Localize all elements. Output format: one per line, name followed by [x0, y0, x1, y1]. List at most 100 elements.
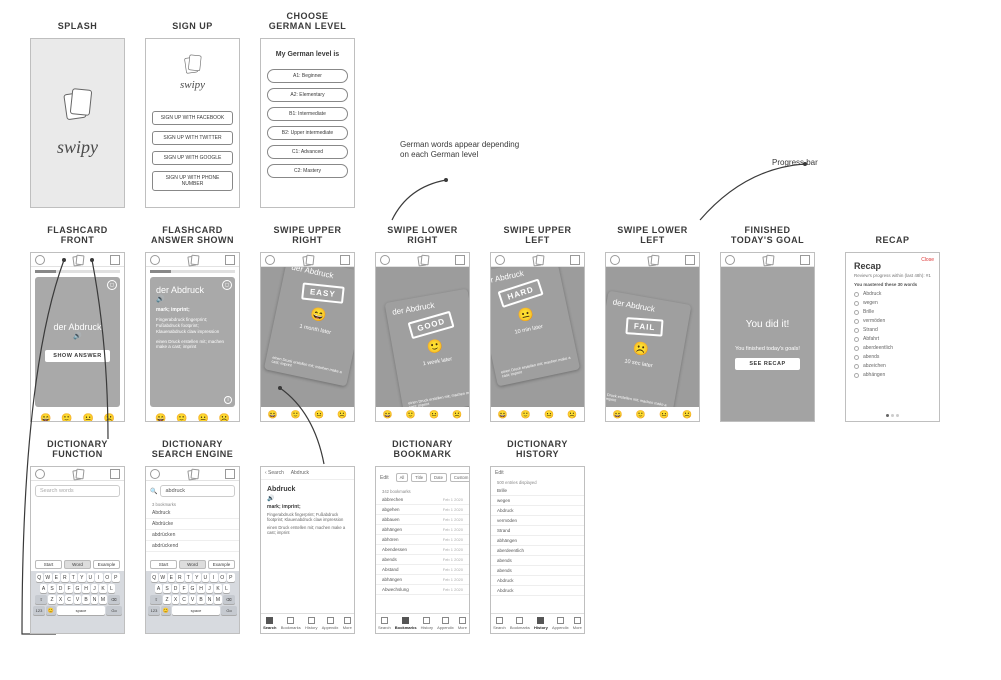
filter-all[interactable]: All: [396, 473, 409, 482]
key-m[interactable]: M: [214, 595, 222, 604]
key-c[interactable]: C: [65, 595, 73, 604]
emoji-good[interactable]: 🙂: [61, 413, 72, 422]
profile-icon[interactable]: [35, 469, 45, 479]
key-k[interactable]: K: [99, 584, 107, 593]
tab-more[interactable]: More: [458, 617, 467, 630]
speaker-icon[interactable]: 🔊: [150, 295, 165, 303]
emoji-good[interactable]: 🙂: [521, 410, 531, 419]
emoji-hard[interactable]: 😐: [659, 410, 669, 419]
emoji-good[interactable]: 🙂: [176, 413, 187, 422]
emoji-easy[interactable]: 😄: [498, 410, 508, 419]
emoji-good[interactable]: 🙂: [636, 410, 646, 419]
key-u[interactable]: U: [202, 573, 210, 582]
key-p[interactable]: P: [227, 573, 235, 582]
key-d[interactable]: D: [57, 584, 65, 593]
profile-icon[interactable]: [725, 255, 735, 265]
key-f[interactable]: F: [65, 584, 73, 593]
bookmark-icon[interactable]: ◻: [222, 280, 232, 290]
emoji-good[interactable]: 🙂: [406, 410, 416, 419]
emoji-hard[interactable]: 😐: [83, 413, 94, 422]
level-a1-button[interactable]: A1: Beginner: [267, 69, 348, 83]
key-v[interactable]: V: [74, 595, 82, 604]
tab-history[interactable]: History: [305, 617, 317, 630]
keyboard[interactable]: QWERTYUIOP ASDFGHJKL ⇧ZXCVBNM⌫ 123 😊 spa…: [31, 571, 124, 633]
key-go[interactable]: Go: [221, 606, 237, 615]
emoji-fail[interactable]: ☹️: [219, 413, 230, 422]
cards-icon[interactable]: [418, 255, 428, 265]
key-emoji[interactable]: 😊: [46, 606, 56, 615]
key-x[interactable]: X: [172, 595, 180, 604]
key-u[interactable]: U: [87, 573, 95, 582]
cards-icon[interactable]: [303, 255, 313, 265]
key-go[interactable]: Go: [106, 606, 122, 615]
key-a[interactable]: A: [155, 584, 163, 593]
key-h[interactable]: H: [197, 584, 205, 593]
profile-icon[interactable]: [150, 255, 160, 265]
cards-icon[interactable]: [188, 255, 198, 265]
key-z[interactable]: Z: [163, 595, 171, 604]
signup-twitter-button[interactable]: SIGN UP WITH TWITTER: [152, 131, 233, 145]
emoji-hard[interactable]: 😐: [544, 410, 554, 419]
flashcard[interactable]: ◻ der Abdruck 🔊 SHOW ANSWER: [35, 277, 120, 407]
history-item[interactable]: abends: [491, 566, 584, 576]
key-n[interactable]: N: [91, 595, 99, 604]
cards-icon[interactable]: [73, 255, 83, 265]
filter-date[interactable]: Date: [430, 473, 447, 482]
emoji-easy[interactable]: 😄: [613, 410, 623, 419]
history-item[interactable]: Brille: [491, 486, 584, 496]
bookmark-item[interactable]: abgehenFeb 1 2020: [376, 505, 469, 515]
key-shift[interactable]: ⇧: [35, 595, 47, 604]
close-button[interactable]: Close: [921, 257, 934, 263]
suggestion[interactable]: Abdrücke: [146, 519, 239, 530]
key-b[interactable]: B: [197, 595, 205, 604]
bookmark-item[interactable]: abhörenFeb 1 2020: [376, 535, 469, 545]
history-item[interactable]: abends: [491, 556, 584, 566]
tab-bookmarks[interactable]: Bookmarks: [281, 617, 301, 630]
key-shift[interactable]: ⇧: [150, 595, 162, 604]
bookmark-item[interactable]: abbrechenFeb 1 2020: [376, 495, 469, 505]
key-i[interactable]: I: [95, 573, 103, 582]
key-b[interactable]: B: [82, 595, 90, 604]
key-s[interactable]: S: [163, 584, 171, 593]
key-e[interactable]: E: [53, 573, 61, 582]
key-o[interactable]: O: [104, 573, 112, 582]
key-y[interactable]: Y: [193, 573, 201, 582]
key-q[interactable]: Q: [151, 573, 159, 582]
key-t[interactable]: T: [185, 573, 193, 582]
level-c2-button[interactable]: C2: Mastery: [267, 164, 348, 178]
book-icon[interactable]: [685, 255, 695, 265]
key-s[interactable]: S: [48, 584, 56, 593]
key-l[interactable]: L: [223, 584, 231, 593]
emoji-fail[interactable]: ☹️: [452, 410, 462, 419]
emoji-fail[interactable]: ☹️: [682, 410, 692, 419]
key-c[interactable]: C: [180, 595, 188, 604]
profile-icon[interactable]: [150, 469, 160, 479]
bookmark-item[interactable]: abbauenFeb 1 2020: [376, 515, 469, 525]
filter-example[interactable]: Example: [93, 560, 120, 569]
key-h[interactable]: H: [82, 584, 90, 593]
key-space[interactable]: space: [172, 606, 220, 615]
tab-search[interactable]: Search: [378, 617, 391, 630]
bookmark-icon[interactable]: ◻: [107, 280, 117, 290]
book-icon[interactable]: [570, 255, 580, 265]
history-item[interactable]: Abdruck: [491, 506, 584, 516]
suggestion[interactable]: abdrücken: [146, 530, 239, 541]
level-b1-button[interactable]: B1: Intermediate: [267, 107, 348, 121]
tab-appendix[interactable]: Appendix: [552, 617, 569, 630]
emoji-fail[interactable]: ☹️: [567, 410, 577, 419]
emoji-hard[interactable]: 😐: [198, 413, 209, 422]
key-i[interactable]: I: [210, 573, 218, 582]
suggestion[interactable]: abdrückend: [146, 541, 239, 552]
back-button[interactable]: ‹ Search Abdruck: [261, 467, 354, 479]
key-space[interactable]: space: [57, 606, 105, 615]
key-j[interactable]: J: [91, 584, 99, 593]
book-icon[interactable]: [110, 469, 120, 479]
key-t[interactable]: T: [70, 573, 78, 582]
emoji-hard[interactable]: 😐: [314, 410, 324, 419]
level-c1-button[interactable]: C1: Advanced: [267, 145, 348, 159]
filter-custom[interactable]: Custom: [450, 473, 470, 482]
swipe-area[interactable]: der Abdruck HARD 😐 10 min later einen Dr…: [491, 267, 584, 407]
key-o[interactable]: O: [219, 573, 227, 582]
cards-icon[interactable]: [763, 255, 773, 265]
key-r[interactable]: R: [61, 573, 69, 582]
